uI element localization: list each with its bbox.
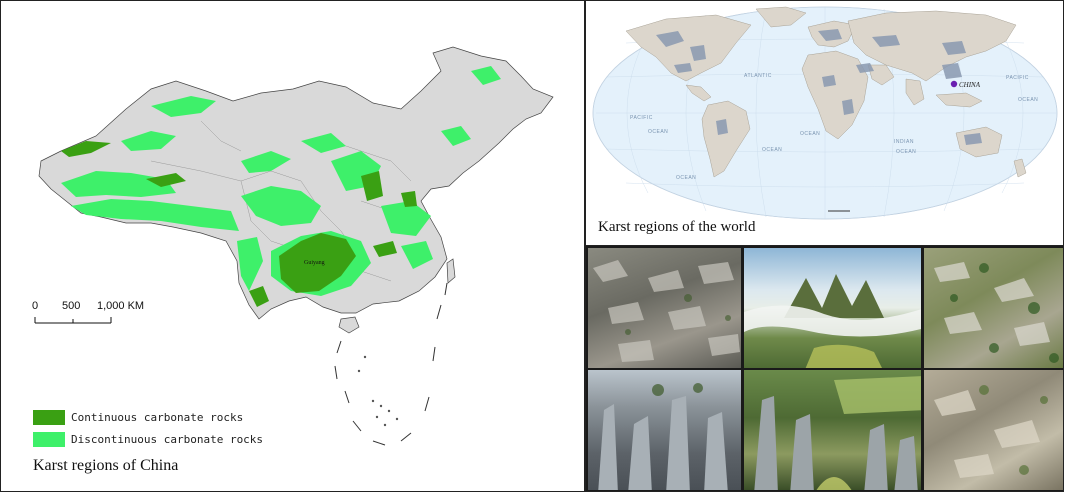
china-marker [950, 80, 958, 88]
legend-swatch-discontinuous [33, 431, 65, 447]
karst-photo-rocky-slope [922, 368, 1063, 491]
ocean-label-pacific-east: PACIFIC [1006, 75, 1029, 81]
rock-field-texture [593, 260, 740, 362]
karst-photo-pinnacles-fields [742, 368, 923, 491]
ocean-label-indian: INDIAN [894, 139, 914, 145]
world-map: CHINA ATLANTIC PACIFIC OCEAN OCEAN INDIA… [592, 6, 1058, 220]
scale-label-500: 500 [62, 300, 80, 312]
legend-swatch-continuous [33, 409, 65, 425]
peaks-illustration [744, 274, 921, 368]
ocean-label-ocean-5: OCEAN [800, 131, 820, 137]
legend-label-discontinuous: Discontinuous carbonate rocks [71, 432, 264, 446]
guiyang-city-label: Guiyang [304, 260, 325, 266]
karst-photo-aerial-rocks [922, 246, 1063, 370]
pinnacles-fields-illustration [754, 376, 921, 490]
ocean-label-ocean-3: OCEAN [896, 149, 916, 155]
karst-photo-peaks-clouds [742, 246, 923, 370]
scale-bar: 0 500 1,000 KM [32, 300, 144, 324]
ocean-label-atlantic: ATLANTIC [744, 73, 772, 79]
karst-photo-stone-forest [586, 368, 743, 491]
legend-item-continuous: Continuous carbonate rocks [33, 409, 243, 425]
ocean-label-pacific-west: PACIFIC [630, 115, 653, 121]
world-karst-map-panel: CHINA ATLANTIC PACIFIC OCEAN OCEAN INDIA… [585, 0, 1064, 246]
ocean-label-ocean-6: OCEAN [676, 175, 696, 181]
ocean-label-ocean-2: OCEAN [762, 147, 782, 153]
stone-forest-illustration [598, 383, 728, 490]
china-karst-map-panel: Guiyang 0 500 1,000 KM Continuous carbon… [0, 0, 585, 492]
ocean-label-ocean-4: OCEAN [1018, 97, 1038, 103]
scale-label-0: 0 [32, 300, 38, 312]
taiwan-island [446, 258, 456, 284]
rocky-slope-texture [934, 385, 1048, 478]
hainan-island [338, 316, 360, 334]
aerial-rocks-texture [934, 262, 1059, 363]
ocean-label-ocean-1: OCEAN [648, 129, 668, 135]
south-china-sea-islands [357, 355, 399, 427]
china-map-title: Karst regions of China [33, 457, 179, 474]
legend-item-discontinuous: Discontinuous carbonate rocks [33, 431, 263, 447]
karst-photo-rock-field [586, 246, 743, 370]
karst-photo-grid [585, 246, 1064, 492]
legend-label-continuous: Continuous carbonate rocks [71, 410, 244, 424]
china-marker-label: CHINA [959, 81, 981, 89]
scale-label-1000km: 1,000 KM [97, 300, 144, 312]
world-map-title: Karst regions of the world [598, 219, 756, 235]
